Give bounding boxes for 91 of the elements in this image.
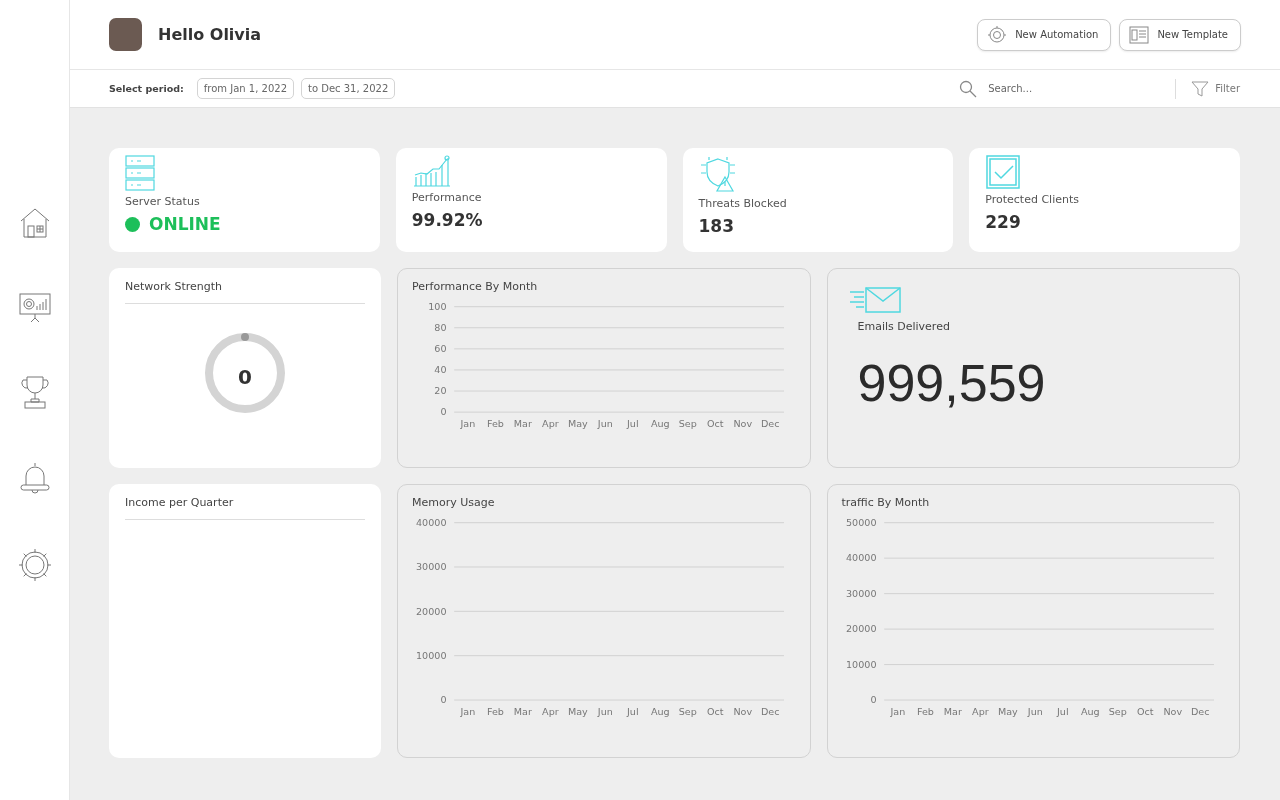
axis-tick-label: Feb xyxy=(916,706,934,718)
presentation-chart-icon[interactable] xyxy=(18,291,51,323)
axis-tick-label: 60 xyxy=(434,343,447,355)
template-icon xyxy=(1129,24,1150,45)
axis-tick-label: Dec xyxy=(760,418,780,430)
avatar-photo-placeholder xyxy=(109,18,142,51)
stat-value: 229 xyxy=(985,212,1021,232)
stat-value: 183 xyxy=(698,216,734,236)
axis-tick-label: 40000 xyxy=(845,552,876,564)
bell-icon[interactable] xyxy=(18,461,51,495)
emails-delivered-value: 999,559 xyxy=(857,353,1047,413)
axis-tick-label: 80 xyxy=(434,322,447,334)
card-title: Memory Usage xyxy=(412,496,496,509)
axis-tick-label: Oct xyxy=(707,706,724,718)
axis-tick-label: Nov xyxy=(733,706,753,718)
axis-tick-label: Aug xyxy=(650,418,670,430)
axis-tick-label: 20000 xyxy=(416,605,447,617)
axis-tick-label: Oct xyxy=(707,418,724,430)
axis-tick-label: 40000 xyxy=(416,517,447,529)
axis-tick-label: Nov xyxy=(733,418,753,430)
axis-tick-label: Apr xyxy=(542,706,559,718)
axis-tick-label: 30000 xyxy=(416,561,447,573)
axis-tick-label: Jul xyxy=(627,706,639,718)
from-date-field[interactable]: from Jan 1, 2022 xyxy=(196,78,294,99)
stat-title: Threats Blocked xyxy=(698,197,787,210)
axis-tick-label: Aug xyxy=(650,706,670,718)
greeting: Hello Olivia xyxy=(158,25,262,44)
axis-tick-label: Sep xyxy=(678,706,697,718)
axis-tick-label: 40 xyxy=(434,364,447,376)
axis-tick-label: Nov xyxy=(1162,706,1182,718)
axis-tick-label: Jan xyxy=(460,418,476,430)
server-icon xyxy=(125,155,155,191)
sent-mail-icon xyxy=(849,286,902,314)
axis-tick-label: 100 xyxy=(428,301,447,313)
stat-title: Server Status xyxy=(125,195,200,208)
server-status-value: ONLINE xyxy=(149,214,221,234)
axis-tick-label: Apr xyxy=(971,706,989,718)
to-date-field[interactable]: to Dec 31, 2022 xyxy=(301,78,396,99)
shield-warning-icon xyxy=(698,155,737,193)
home-icon[interactable] xyxy=(18,207,51,239)
settings-icon[interactable] xyxy=(16,547,53,583)
trophy-icon[interactable] xyxy=(20,375,49,409)
axis-tick-label: Oct xyxy=(1136,706,1154,718)
card-title: Network Strength xyxy=(125,280,223,293)
search-field[interactable]: Search... xyxy=(986,82,1161,95)
filter-button[interactable]: Filter xyxy=(1191,79,1240,98)
axis-tick-label: Jul xyxy=(1056,706,1069,718)
axis-tick-label: Mar xyxy=(513,706,532,718)
axis-tick-label: 30000 xyxy=(845,587,876,599)
axis-tick-label: Aug xyxy=(1080,706,1100,718)
axis-tick-label: Jan xyxy=(460,706,476,718)
axis-tick-label: Mar xyxy=(513,418,532,430)
axis-tick-label: Sep xyxy=(678,418,697,430)
axis-tick-label: Jun xyxy=(597,706,613,718)
axis-tick-label: 10000 xyxy=(845,658,876,670)
filter-icon xyxy=(1191,79,1210,98)
axis-tick-label: 20000 xyxy=(845,623,876,635)
axis-tick-label: Jan xyxy=(890,706,905,718)
axis-tick-label: 50000 xyxy=(845,517,876,529)
checkbox-icon xyxy=(985,155,1022,189)
axis-tick-label: Jul xyxy=(627,418,639,430)
axis-tick-label: Mar xyxy=(943,706,962,718)
stat-title: Performance xyxy=(411,191,482,204)
axis-tick-label: Jun xyxy=(1027,706,1043,718)
card-title: Income per Quarter xyxy=(125,496,235,509)
axis-tick-label: 0 xyxy=(869,694,876,706)
card-title: Performance By Month xyxy=(412,280,539,293)
axis-tick-label: Feb xyxy=(486,418,504,430)
card-title: traffic By Month xyxy=(841,496,931,509)
axis-tick-label: Feb xyxy=(486,706,504,718)
card-title: Emails Delivered xyxy=(857,320,951,333)
stat-title: Protected Clients xyxy=(985,193,1079,206)
search-icon xyxy=(959,79,978,98)
axis-tick-label: May xyxy=(567,418,588,430)
select-period-label: Select period: xyxy=(109,83,184,94)
axis-tick-label: Apr xyxy=(542,418,559,430)
axis-tick-label: 20 xyxy=(434,385,447,397)
new-template-button[interactable]: New Template xyxy=(1119,18,1241,51)
axis-tick-label: Sep xyxy=(1108,706,1127,718)
growth-chart-icon xyxy=(411,155,452,187)
axis-tick-label: 10000 xyxy=(416,650,447,662)
gauge-reading: 0 xyxy=(238,365,252,390)
axis-tick-label: 0 xyxy=(440,694,447,706)
axis-tick-label: Dec xyxy=(1190,706,1209,718)
axis-tick-label: Jun xyxy=(597,418,613,430)
axis-tick-label: Dec xyxy=(760,706,780,718)
axis-tick-label: 0 xyxy=(440,406,447,418)
axis-tick-label: May xyxy=(567,706,588,718)
stat-value: 99.92% xyxy=(411,210,483,230)
new-automation-button[interactable]: New Automation xyxy=(977,18,1112,51)
axis-tick-label: May xyxy=(997,706,1018,718)
